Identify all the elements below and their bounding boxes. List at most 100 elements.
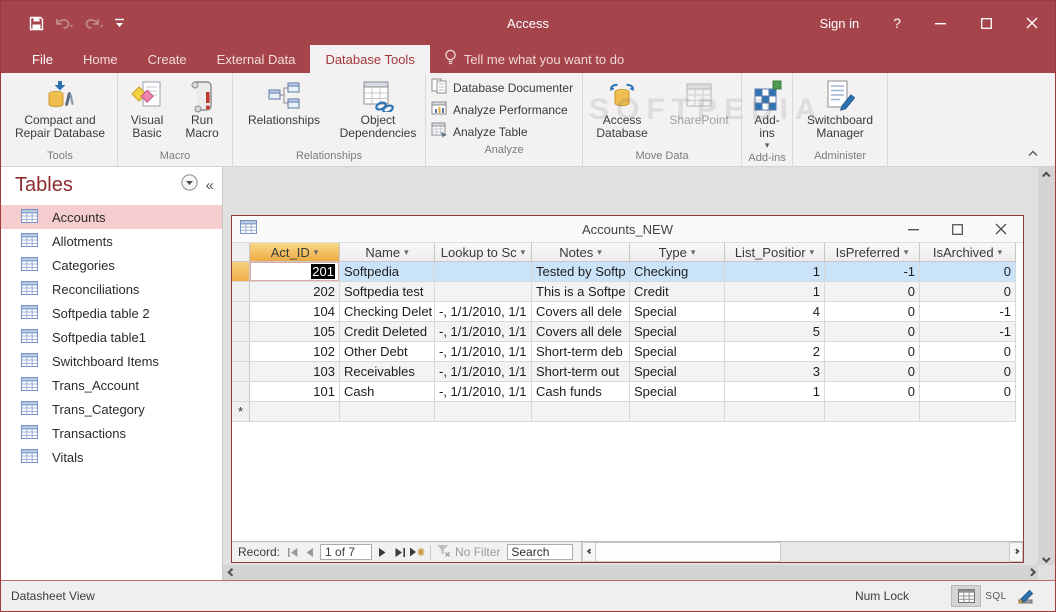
- cell[interactable]: 2: [725, 342, 825, 362]
- cell[interactable]: -, 1/1/2010, 1/1: [435, 362, 532, 382]
- cell[interactable]: 4: [725, 302, 825, 322]
- cell[interactable]: 105: [250, 322, 340, 342]
- column-header-act_id[interactable]: Act_ID▾: [250, 243, 340, 262]
- sidebar-item-transactions[interactable]: Transactions: [1, 421, 222, 445]
- add-ins-button[interactable]: Add-ins▾: [745, 75, 789, 151]
- cell[interactable]: 0: [825, 322, 920, 342]
- cell[interactable]: Covers all dele: [532, 322, 630, 342]
- cell[interactable]: Special: [630, 342, 725, 362]
- cell[interactable]: -, 1/1/2010, 1/1: [435, 302, 532, 322]
- scrollbar-thumb[interactable]: [596, 542, 781, 562]
- redo-icon[interactable]: [84, 16, 104, 30]
- scroll-down-icon[interactable]: [1039, 550, 1054, 565]
- new-record-selector[interactable]: *: [232, 402, 250, 422]
- tab-database-tools[interactable]: Database Tools: [310, 45, 429, 73]
- first-record-button[interactable]: [284, 544, 301, 561]
- empty-cell[interactable]: [340, 402, 435, 422]
- table-close-button[interactable]: [979, 216, 1023, 242]
- datasheet-horizontal-scrollbar[interactable]: [581, 542, 1023, 562]
- cell[interactable]: 1: [725, 382, 825, 402]
- sidebar-item-vitals[interactable]: Vitals: [1, 445, 222, 469]
- cell[interactable]: 0: [920, 262, 1016, 282]
- cell[interactable]: Checking Delet: [340, 302, 435, 322]
- sidebar-item-trans_category[interactable]: Trans_Category: [1, 397, 222, 421]
- help-button[interactable]: ?: [877, 15, 917, 31]
- sidebar-item-accounts[interactable]: Accounts: [1, 205, 222, 229]
- cell[interactable]: 0: [825, 382, 920, 402]
- row-selector[interactable]: [232, 342, 250, 362]
- nav-menu-icon[interactable]: [181, 174, 198, 196]
- scroll-up-icon[interactable]: [1039, 167, 1054, 182]
- cell[interactable]: Credit: [630, 282, 725, 302]
- previous-record-button[interactable]: [301, 544, 318, 561]
- cell[interactable]: -1: [920, 302, 1016, 322]
- cell[interactable]: -1: [920, 322, 1016, 342]
- collapse-ribbon-icon[interactable]: [1027, 144, 1039, 162]
- empty-cell[interactable]: [250, 402, 340, 422]
- cell[interactable]: This is a Softpe: [532, 282, 630, 302]
- column-header-isarchived[interactable]: IsArchived▾: [920, 243, 1016, 262]
- tab-home[interactable]: Home: [68, 45, 133, 73]
- row-selector[interactable]: [232, 262, 250, 282]
- cell[interactable]: 0: [920, 362, 1016, 382]
- cell[interactable]: Checking: [630, 262, 725, 282]
- scroll-left-icon[interactable]: [582, 542, 596, 562]
- cell[interactable]: 3: [725, 362, 825, 382]
- scroll-right-icon[interactable]: [1023, 565, 1038, 580]
- scroll-right-icon[interactable]: [1009, 542, 1023, 562]
- row-selector[interactable]: [232, 382, 250, 402]
- datasheet-empty-area[interactable]: [232, 422, 1023, 541]
- design-view-button[interactable]: [1011, 585, 1041, 607]
- column-header-ispreferred[interactable]: IsPreferred▾: [825, 243, 920, 262]
- maximize-button[interactable]: [963, 1, 1009, 45]
- cell[interactable]: 1: [725, 282, 825, 302]
- cell[interactable]: Receivables: [340, 362, 435, 382]
- shutter-close-icon[interactable]: «: [206, 177, 214, 194]
- sql-view-button[interactable]: SQL: [981, 585, 1011, 607]
- sidebar-item-categories[interactable]: Categories: [1, 253, 222, 277]
- cell[interactable]: 102: [250, 342, 340, 362]
- datasheet-view-button[interactable]: [951, 585, 981, 607]
- sidebar-item-reconciliations[interactable]: Reconciliations: [1, 277, 222, 301]
- row-selector[interactable]: [232, 322, 250, 342]
- cell[interactable]: -, 1/1/2010, 1/1: [435, 382, 532, 402]
- last-record-button[interactable]: [391, 544, 408, 561]
- minimize-button[interactable]: [917, 1, 963, 45]
- scroll-left-icon[interactable]: [223, 565, 238, 580]
- cell[interactable]: [435, 262, 532, 282]
- tab-external-data[interactable]: External Data: [202, 45, 311, 73]
- cell[interactable]: Special: [630, 382, 725, 402]
- sidebar-item-softpedia-table-2[interactable]: Softpedia table 2: [1, 301, 222, 325]
- cell[interactable]: 0: [920, 382, 1016, 402]
- record-position-box[interactable]: 1 of 7: [320, 544, 372, 560]
- tab-create[interactable]: Create: [133, 45, 202, 73]
- cell[interactable]: 103: [250, 362, 340, 382]
- cell[interactable]: 0: [825, 302, 920, 322]
- cell[interactable]: Cash funds: [532, 382, 630, 402]
- column-header-name[interactable]: Name▾: [340, 243, 435, 262]
- tab-file[interactable]: File: [17, 45, 68, 73]
- undo-icon[interactable]: [54, 16, 74, 30]
- cell[interactable]: 0: [920, 342, 1016, 362]
- table-window-titlebar[interactable]: Accounts_NEW: [232, 216, 1023, 243]
- cell[interactable]: Softpedia test: [340, 282, 435, 302]
- cell[interactable]: Tested by Softp: [532, 262, 630, 282]
- column-header-type[interactable]: Type▾: [630, 243, 725, 262]
- analyze-performance-button[interactable]: Analyze Performance: [429, 99, 579, 121]
- relationships-button[interactable]: Relationships: [236, 75, 332, 127]
- cell[interactable]: Special: [630, 302, 725, 322]
- empty-cell[interactable]: [435, 402, 532, 422]
- cell[interactable]: Other Debt: [340, 342, 435, 362]
- cell[interactable]: Credit Deleted: [340, 322, 435, 342]
- cell[interactable]: 5: [725, 322, 825, 342]
- main-vertical-scrollbar[interactable]: [1038, 167, 1055, 565]
- cell[interactable]: 202: [250, 282, 340, 302]
- sign-in-button[interactable]: Sign in: [801, 16, 877, 31]
- row-selector[interactable]: [232, 302, 250, 322]
- cell[interactable]: 104: [250, 302, 340, 322]
- sharepoint-button[interactable]: SharePoint: [660, 75, 738, 127]
- row-selector[interactable]: [232, 282, 250, 302]
- empty-cell[interactable]: [630, 402, 725, 422]
- cell[interactable]: -, 1/1/2010, 1/1: [435, 322, 532, 342]
- sidebar-item-switchboard-items[interactable]: Switchboard Items: [1, 349, 222, 373]
